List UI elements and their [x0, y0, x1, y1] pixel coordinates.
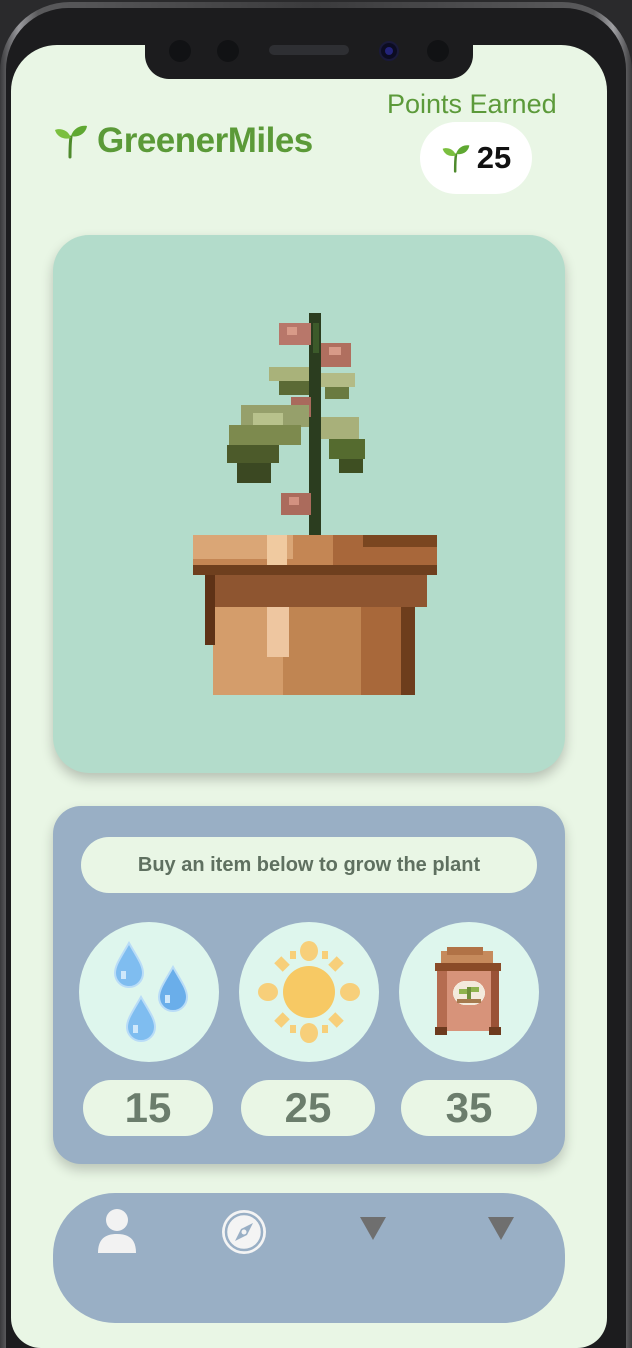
buy-water-button[interactable]	[79, 922, 219, 1062]
front-sensor	[427, 40, 449, 62]
plant-card	[53, 235, 565, 773]
triangle-down-icon	[360, 1217, 386, 1240]
front-sensor	[217, 40, 239, 62]
front-sensor	[169, 40, 191, 62]
shop-hint: Buy an item below to grow the plant	[81, 837, 537, 893]
shop-panel: Buy an item below to grow the plant 15 2…	[53, 806, 565, 1164]
triangle-down-icon	[488, 1217, 514, 1240]
bottom-nav	[53, 1193, 565, 1323]
sprout-icon	[55, 125, 87, 159]
camera-notch	[145, 32, 473, 79]
water-drops-icon	[113, 940, 189, 1042]
app-brand: GreenerMiles	[53, 121, 313, 161]
buy-fertilizer-button[interactable]	[399, 922, 539, 1062]
front-camera	[379, 41, 399, 61]
app-title: GreenerMiles	[97, 121, 313, 160]
price-sunlight[interactable]: 25	[241, 1080, 375, 1136]
price-fertilizer[interactable]: 35	[401, 1080, 537, 1136]
compass-icon	[222, 1210, 266, 1254]
nav-explore[interactable]	[219, 1207, 269, 1257]
price-water[interactable]: 15	[83, 1080, 213, 1136]
nav-profile[interactable]	[93, 1207, 141, 1255]
buy-sunlight-button[interactable]	[239, 922, 379, 1062]
nav-item-4[interactable]	[485, 1213, 517, 1243]
points-badge: 25	[420, 122, 532, 194]
sun-icon	[258, 941, 360, 1043]
profile-icon	[98, 1209, 136, 1253]
fertilizer-bag-icon	[435, 947, 501, 1035]
earpiece-speaker	[269, 45, 349, 55]
points-label: Points Earned	[387, 89, 557, 119]
sprout-icon	[442, 145, 470, 173]
points-value: 25	[476, 140, 512, 175]
app-screen: GreenerMiles Points Earned 25 Buy an ite…	[11, 45, 607, 1348]
nav-item-3[interactable]	[357, 1213, 389, 1243]
plant-image	[193, 313, 437, 695]
